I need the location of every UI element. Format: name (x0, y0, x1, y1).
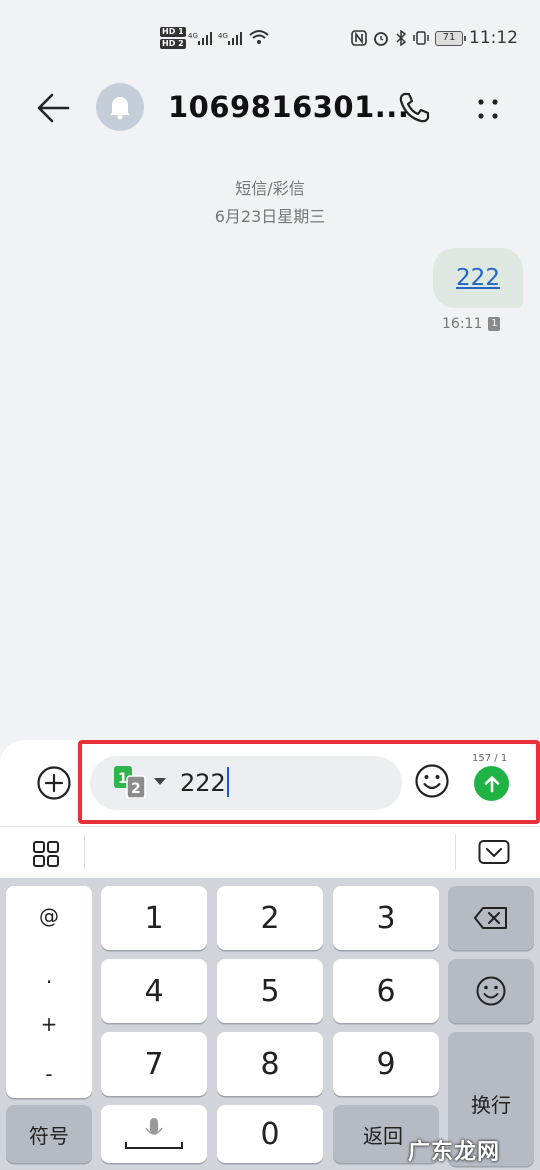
message-composer: 1 2 222 157 / 1 (0, 740, 540, 826)
symbol-column[interactable]: @ . + - (6, 886, 92, 1098)
net1-label: 4G (188, 32, 198, 40)
symbol-key-plus[interactable]: + (6, 1012, 92, 1036)
signal-icon: 4G (188, 32, 212, 45)
key-3[interactable]: 3 (333, 886, 439, 950)
symbol-key-at[interactable]: @ (6, 904, 92, 928)
signal-icon-2: 4G (218, 32, 242, 45)
avatar[interactable] (96, 83, 144, 131)
key-8[interactable]: 8 (217, 1032, 323, 1096)
hd1-label: HD 1 (160, 27, 186, 37)
notification-bell-icon (110, 97, 130, 120)
hd-indicator: HD 1 HD 2 (160, 27, 186, 51)
key-2[interactable]: 2 (217, 886, 323, 950)
status-right: 71 11:12 (351, 28, 518, 48)
message-time: 16:11 (442, 316, 483, 332)
back-arrow-icon[interactable] (34, 88, 74, 128)
hd2-label: HD 2 (160, 39, 186, 49)
key-7[interactable]: 7 (101, 1032, 207, 1096)
add-attachment-icon[interactable] (36, 765, 72, 801)
message-timestamp: 16:11 1 (442, 316, 501, 332)
key-0[interactable]: 0 (217, 1105, 323, 1163)
backspace-key[interactable] (448, 886, 534, 950)
emoji-icon (476, 976, 506, 1006)
keyboard-toolbar (0, 826, 540, 878)
phone-icon[interactable] (394, 88, 434, 128)
key-5[interactable]: 5 (217, 959, 323, 1023)
battery-icon: 71 (435, 30, 466, 46)
sent-message-bubble[interactable]: 222 (433, 248, 523, 308)
contact-name[interactable]: 1069816301... (168, 90, 409, 124)
more-options-icon[interactable] (468, 88, 508, 128)
symbols-key[interactable]: 符号 (6, 1105, 92, 1163)
nfc-icon (351, 30, 367, 46)
bluetooth-icon (396, 30, 407, 46)
status-time: 11:12 (469, 28, 518, 48)
alarm-icon (374, 32, 388, 46)
net2-label: 4G (218, 32, 228, 40)
backspace-icon (474, 907, 507, 929)
message-type-label: 短信/彩信 (235, 179, 305, 198)
key-1[interactable]: 1 (101, 886, 207, 950)
symbol-key-minus[interactable]: - (6, 1062, 92, 1086)
emoji-key[interactable] (448, 959, 534, 1023)
keyboard-menu-grid-icon[interactable] (32, 840, 60, 868)
wifi-icon (249, 30, 269, 44)
microphone-icon (125, 1118, 183, 1149)
message-text-link[interactable]: 222 (456, 265, 500, 291)
date-divider: 6月23日星期三 (214, 207, 326, 226)
toolbar-divider (455, 835, 456, 869)
space-voice-key[interactable] (101, 1105, 207, 1163)
status-bar: HD 1 HD 2 4G 4G 71 11:12 (0, 0, 540, 80)
symbol-key-dot[interactable]: . (6, 964, 92, 988)
key-9[interactable]: 9 (333, 1032, 439, 1096)
annotation-highlight-box (78, 740, 540, 824)
conversation-header: 1069816301... (0, 80, 540, 140)
key-6[interactable]: 6 (333, 959, 439, 1023)
toolbar-divider (84, 835, 85, 869)
numeric-keyboard: @ . + - 1 2 3 4 5 6 7 8 9 换行 符号 0 返回 广东龙… (0, 878, 540, 1170)
key-4[interactable]: 4 (101, 959, 207, 1023)
sim-badge: 1 (488, 317, 501, 331)
watermark-text: 广东龙网 (407, 1140, 500, 1165)
hide-keyboard-icon[interactable] (478, 839, 510, 867)
vibrate-icon (413, 31, 429, 45)
